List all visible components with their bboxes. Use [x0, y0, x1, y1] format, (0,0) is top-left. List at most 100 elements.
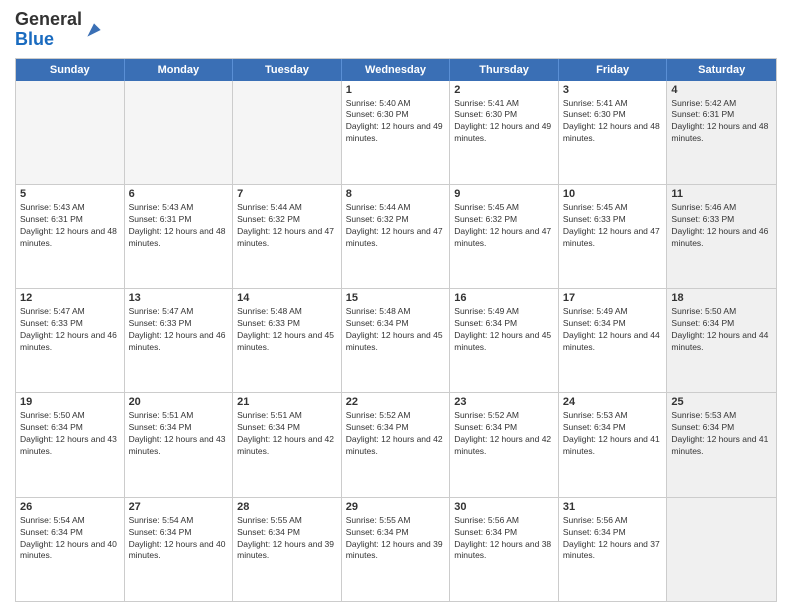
- calendar-cell: 24 Sunrise: 5:53 AMSunset: 6:34 PMDayligh…: [559, 393, 668, 496]
- day-number: 1: [346, 84, 446, 96]
- day-number: 23: [454, 396, 554, 408]
- calendar-cell: 28 Sunrise: 5:55 AMSunset: 6:34 PMDayligh…: [233, 498, 342, 601]
- weekday-header: Sunday: [16, 59, 125, 81]
- day-number: 24: [563, 396, 663, 408]
- day-info: Sunrise: 5:41 AMSunset: 6:30 PMDaylight:…: [563, 98, 663, 146]
- day-info: Sunrise: 5:48 AMSunset: 6:34 PMDaylight:…: [346, 306, 446, 354]
- day-info: Sunrise: 5:46 AMSunset: 6:33 PMDaylight:…: [671, 202, 772, 250]
- calendar-cell: 27Sunrise: 5:54 AMSunset: 6:34 PMDayligh…: [125, 498, 234, 601]
- day-number: 22: [346, 396, 446, 408]
- logo-blue-text: Blue: [15, 29, 54, 49]
- calendar-cell: 9Sunrise: 5:45 AMSunset: 6:32 PMDaylight…: [450, 185, 559, 288]
- calendar-cell: [233, 81, 342, 184]
- day-info: Sunrise: 5:56 AMSunset: 6:34 PMDaylight:…: [454, 515, 554, 563]
- day-info: Sunrise: 5:53 AMSunset: 6:34 PMDaylight:…: [671, 410, 772, 458]
- logo-icon: [84, 20, 104, 40]
- day-info: Sunrise: 5:40 AMSunset: 6:30 PMDaylight:…: [346, 98, 446, 146]
- calendar-cell: 7 Sunrise: 5:44 AMSunset: 6:32 PMDaylight…: [233, 185, 342, 288]
- day-number: 27: [129, 501, 229, 513]
- calendar-cell: 25 Sunrise: 5:53 AMSunset: 6:34 PMDayligh…: [667, 393, 776, 496]
- calendar-cell: 26 Sunrise: 5:54 AMSunset: 6:34 PMDayligh…: [16, 498, 125, 601]
- day-number: 28: [237, 501, 337, 513]
- day-number: 10: [563, 188, 663, 200]
- day-number: 2: [454, 84, 554, 96]
- page-header: General Blue: [15, 10, 777, 50]
- day-info: Sunrise: 5:50 AMSunset: 6:34 PMDaylight:…: [20, 410, 120, 458]
- day-number: 7: [237, 188, 337, 200]
- day-number: 3: [563, 84, 663, 96]
- day-number: 5: [20, 188, 120, 200]
- calendar-cell: 21Sunrise: 5:51 AMSunset: 6:34 PMDayligh…: [233, 393, 342, 496]
- day-number: 9: [454, 188, 554, 200]
- calendar-cell: 5 Sunrise: 5:43 AMSunset: 6:31 PMDaylight…: [16, 185, 125, 288]
- logo: General Blue: [15, 10, 104, 50]
- day-number: 16: [454, 292, 554, 304]
- calendar-row: 19 Sunrise: 5:50 AMSunset: 6:34 PMDayligh…: [16, 393, 776, 497]
- day-info: Sunrise: 5:43 AMSunset: 6:31 PMDaylight:…: [20, 202, 120, 250]
- day-info: Sunrise: 5:44 AMSunset: 6:32 PMDaylight:…: [237, 202, 337, 250]
- calendar-row: 5 Sunrise: 5:43 AMSunset: 6:31 PMDaylight…: [16, 185, 776, 289]
- calendar-cell: 1 Sunrise: 5:40 AMSunset: 6:30 PMDaylight…: [342, 81, 451, 184]
- calendar-cell: 20 Sunrise: 5:51 AMSunset: 6:34 PMDayligh…: [125, 393, 234, 496]
- weekday-header: Monday: [125, 59, 234, 81]
- day-info: Sunrise: 5:47 AMSunset: 6:33 PMDaylight:…: [20, 306, 120, 354]
- day-number: 31: [563, 501, 663, 513]
- day-info: Sunrise: 5:53 AMSunset: 6:34 PMDaylight:…: [563, 410, 663, 458]
- day-info: Sunrise: 5:41 AMSunset: 6:30 PMDaylight:…: [454, 98, 554, 146]
- day-number: 19: [20, 396, 120, 408]
- day-number: 20: [129, 396, 229, 408]
- day-number: 11: [671, 188, 772, 200]
- calendar-cell: 2 Sunrise: 5:41 AMSunset: 6:30 PMDaylight…: [450, 81, 559, 184]
- day-info: Sunrise: 5:52 AMSunset: 6:34 PMDaylight:…: [454, 410, 554, 458]
- day-info: Sunrise: 5:48 AMSunset: 6:33 PMDaylight:…: [237, 306, 337, 354]
- day-number: 30: [454, 501, 554, 513]
- weekday-header: Wednesday: [342, 59, 451, 81]
- calendar-cell: 13 Sunrise: 5:47 AMSunset: 6:33 PMDayligh…: [125, 289, 234, 392]
- calendar-cell: 22 Sunrise: 5:52 AMSunset: 6:34 PMDayligh…: [342, 393, 451, 496]
- calendar-row: 26 Sunrise: 5:54 AMSunset: 6:34 PMDayligh…: [16, 498, 776, 601]
- weekday-header: Saturday: [667, 59, 776, 81]
- day-number: 18: [671, 292, 772, 304]
- day-info: Sunrise: 5:45 AMSunset: 6:33 PMDaylight:…: [563, 202, 663, 250]
- calendar-cell: 10 Sunrise: 5:45 AMSunset: 6:33 PMDayligh…: [559, 185, 668, 288]
- day-info: Sunrise: 5:55 AMSunset: 6:34 PMDaylight:…: [346, 515, 446, 563]
- calendar-row: 12 Sunrise: 5:47 AMSunset: 6:33 PMDayligh…: [16, 289, 776, 393]
- day-number: 26: [20, 501, 120, 513]
- day-info: Sunrise: 5:52 AMSunset: 6:34 PMDaylight:…: [346, 410, 446, 458]
- calendar-cell: 6Sunrise: 5:43 AMSunset: 6:31 PMDaylight…: [125, 185, 234, 288]
- calendar-row: 1 Sunrise: 5:40 AMSunset: 6:30 PMDaylight…: [16, 81, 776, 185]
- day-info: Sunrise: 5:50 AMSunset: 6:34 PMDaylight:…: [671, 306, 772, 354]
- day-number: 8: [346, 188, 446, 200]
- calendar-cell: 18 Sunrise: 5:50 AMSunset: 6:34 PMDayligh…: [667, 289, 776, 392]
- day-info: Sunrise: 5:49 AMSunset: 6:34 PMDaylight:…: [454, 306, 554, 354]
- calendar-cell: 11 Sunrise: 5:46 AMSunset: 6:33 PMDayligh…: [667, 185, 776, 288]
- day-info: Sunrise: 5:47 AMSunset: 6:33 PMDaylight:…: [129, 306, 229, 354]
- day-info: Sunrise: 5:49 AMSunset: 6:34 PMDaylight:…: [563, 306, 663, 354]
- day-number: 13: [129, 292, 229, 304]
- day-info: Sunrise: 5:56 AMSunset: 6:34 PMDaylight:…: [563, 515, 663, 563]
- calendar-header: SundayMondayTuesdayWednesdayThursdayFrid…: [16, 59, 776, 81]
- calendar-cell: 16 Sunrise: 5:49 AMSunset: 6:34 PMDayligh…: [450, 289, 559, 392]
- calendar-cell: 3 Sunrise: 5:41 AMSunset: 6:30 PMDaylight…: [559, 81, 668, 184]
- day-number: 6: [129, 188, 229, 200]
- day-number: 29: [346, 501, 446, 513]
- calendar-body: 1 Sunrise: 5:40 AMSunset: 6:30 PMDaylight…: [16, 81, 776, 601]
- calendar-cell: 17Sunrise: 5:49 AMSunset: 6:34 PMDayligh…: [559, 289, 668, 392]
- day-info: Sunrise: 5:44 AMSunset: 6:32 PMDaylight:…: [346, 202, 446, 250]
- weekday-header: Thursday: [450, 59, 559, 81]
- calendar-cell: 30 Sunrise: 5:56 AMSunset: 6:34 PMDayligh…: [450, 498, 559, 601]
- day-info: Sunrise: 5:54 AMSunset: 6:34 PMDaylight:…: [20, 515, 120, 563]
- day-info: Sunrise: 5:51 AMSunset: 6:34 PMDaylight:…: [129, 410, 229, 458]
- calendar-cell: 19 Sunrise: 5:50 AMSunset: 6:34 PMDayligh…: [16, 393, 125, 496]
- day-number: 12: [20, 292, 120, 304]
- day-number: 14: [237, 292, 337, 304]
- day-number: 4: [671, 84, 772, 96]
- calendar-cell: [125, 81, 234, 184]
- day-number: 15: [346, 292, 446, 304]
- day-number: 25: [671, 396, 772, 408]
- calendar-cell: 4Sunrise: 5:42 AMSunset: 6:31 PMDaylight…: [667, 81, 776, 184]
- calendar-cell: 23 Sunrise: 5:52 AMSunset: 6:34 PMDayligh…: [450, 393, 559, 496]
- day-info: Sunrise: 5:55 AMSunset: 6:34 PMDaylight:…: [237, 515, 337, 563]
- calendar-cell: 29 Sunrise: 5:55 AMSunset: 6:34 PMDayligh…: [342, 498, 451, 601]
- calendar-cell: [667, 498, 776, 601]
